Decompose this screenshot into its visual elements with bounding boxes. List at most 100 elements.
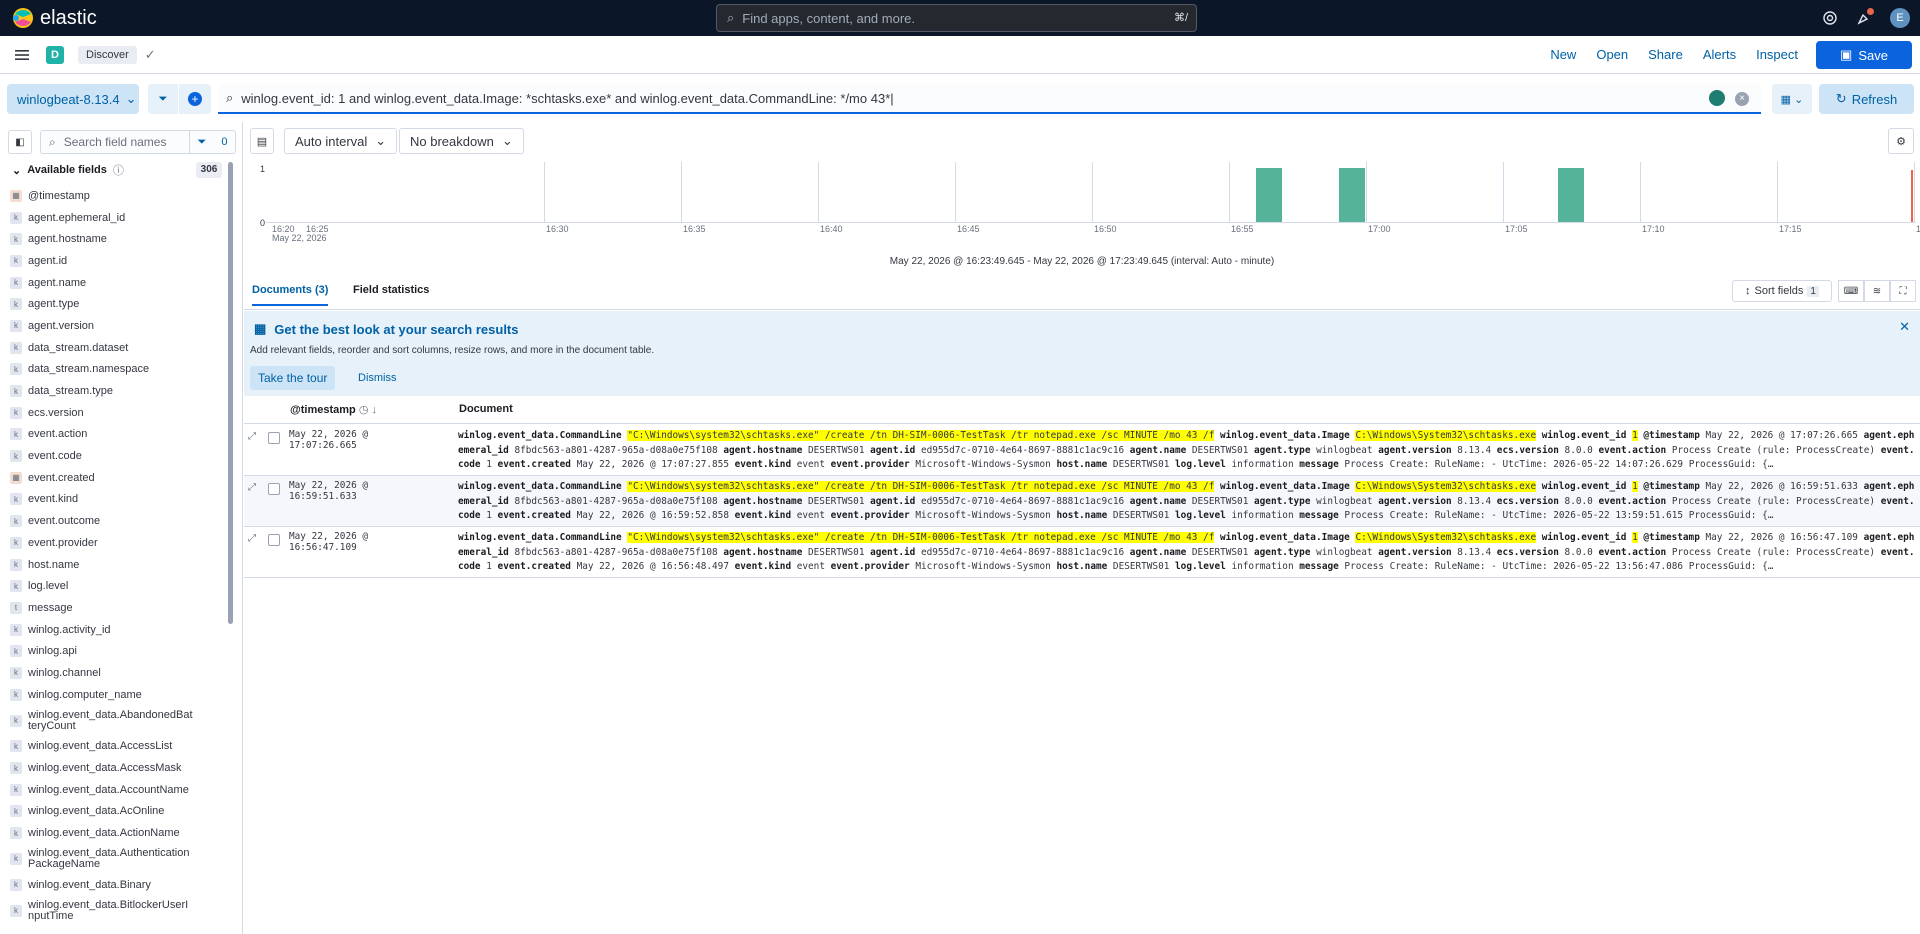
tab-documents[interactable]: Documents (3): [252, 284, 329, 306]
field-item[interactable]: ▦ event.created: [10, 467, 230, 489]
open-button[interactable]: Open: [1586, 41, 1638, 69]
interval-select[interactable]: Auto interval ⌄: [284, 128, 398, 154]
news-feed-icon[interactable]: [1856, 8, 1874, 26]
doc-field-value: DESERTWS01: [1112, 459, 1170, 470]
field-item[interactable]: ▦ @timestamp: [10, 185, 230, 207]
field-item[interactable]: k data_stream.type: [10, 380, 230, 402]
save-icon: ▣: [1840, 47, 1853, 62]
field-item[interactable]: k winlog.event_data.AccountName: [10, 779, 230, 801]
field-item[interactable]: k event.code: [10, 445, 230, 467]
field-item[interactable]: t message: [10, 597, 230, 619]
field-filter-button[interactable]: ⏷ 0: [189, 131, 235, 153]
date-picker-button[interactable]: ▦ ⌄: [1772, 84, 1812, 114]
clear-icon[interactable]: ×: [1735, 92, 1749, 106]
display-settings-icon[interactable]: ≋: [1864, 280, 1890, 302]
histogram-bar[interactable]: [1557, 168, 1584, 222]
field-item[interactable]: k agent.type: [10, 293, 230, 315]
field-item[interactable]: k data_stream.namespace: [10, 359, 230, 381]
field-item[interactable]: k event.outcome: [10, 510, 230, 532]
doc-field-value: May 22, 2026 @ 16:59:51.633: [1705, 481, 1858, 492]
sort-fields-button[interactable]: ↕ Sort fields 1: [1732, 280, 1832, 302]
expand-icon[interactable]: ⤢: [248, 431, 256, 442]
kql-query-input[interactable]: ⌕ winlog.event_id: 1 and winlog.event_da…: [218, 84, 1761, 114]
save-button[interactable]: ▣ Save: [1816, 41, 1912, 69]
space-avatar[interactable]: D: [46, 45, 64, 64]
field-item[interactable]: k winlog.event_data.AccessList: [10, 736, 230, 758]
field-name: winlog.event_data.AcOnline: [28, 805, 165, 818]
field-name: winlog.channel: [28, 666, 101, 679]
filter-menu-button[interactable]: ⏷: [148, 84, 178, 114]
user-avatar[interactable]: E: [1890, 8, 1910, 28]
chart-options-button[interactable]: ⚙: [1888, 128, 1914, 154]
histogram-bar[interactable]: [1256, 168, 1283, 222]
field-item[interactable]: k winlog.event_data.AcOnline: [10, 801, 230, 823]
grid-line: [1503, 162, 1504, 222]
doc-field-key: agent.id: [870, 444, 916, 456]
global-search[interactable]: ⌕ Find apps, content, and more. ⌘/: [716, 4, 1197, 32]
refresh-label: Refresh: [1851, 91, 1898, 107]
expand-icon[interactable]: ⤢: [248, 482, 256, 493]
document-column-header[interactable]: Document: [459, 403, 513, 415]
field-item[interactable]: k winlog.event_data.ActionName: [10, 822, 230, 844]
sidebar-collapse-button[interactable]: ◧: [8, 130, 32, 154]
field-name: agent.name: [28, 276, 87, 289]
field-item[interactable]: k agent.name: [10, 272, 230, 294]
field-item[interactable]: k winlog.event_data.AuthenticationPackage…: [10, 844, 230, 874]
dismiss-button[interactable]: Dismiss: [352, 366, 403, 390]
field-item[interactable]: k log.level: [10, 575, 230, 597]
field-item[interactable]: k winlog.event_data.AccessMask: [10, 757, 230, 779]
field-item[interactable]: k winlog.event_data.BitlockerUserInputTim…: [10, 896, 230, 926]
field-sidebar: ◧ ⌕ Search field names ⏷ 0 ⌄ Available f…: [0, 122, 243, 934]
field-item[interactable]: k winlog.channel: [10, 662, 230, 684]
field-item[interactable]: k event.action: [10, 424, 230, 446]
tab-field-statistics[interactable]: Field statistics: [353, 284, 429, 296]
data-view-picker[interactable]: winlogbeat-8.13.4 ⌄: [7, 84, 139, 114]
row-checkbox[interactable]: [268, 483, 280, 495]
available-fields-header[interactable]: ⌄ Available fields ⓘ: [12, 162, 124, 178]
field-item[interactable]: k event.kind: [10, 489, 230, 511]
add-filter-button[interactable]: +: [179, 84, 211, 114]
help-icon[interactable]: [1822, 10, 1838, 26]
histogram-bar[interactable]: [1338, 168, 1365, 222]
new-button[interactable]: New: [1540, 41, 1586, 69]
assistant-icon[interactable]: [1709, 90, 1725, 106]
keyboard-shortcuts-icon[interactable]: ⌨: [1838, 280, 1864, 302]
field-search-input[interactable]: ⌕ Search field names ⏷ 0: [40, 130, 236, 154]
table-row[interactable]: ⤢ May 22, 2026 @ 16:56:47.109 winlog.event…: [244, 527, 1920, 578]
share-button[interactable]: Share: [1638, 41, 1693, 69]
keyword-type-icon: k: [10, 298, 22, 311]
field-item[interactable]: k ecs.version: [10, 402, 230, 424]
field-item[interactable]: k data_stream.dataset: [10, 337, 230, 359]
field-item[interactable]: k winlog.event_data.Binary: [10, 874, 230, 896]
sidebar-scrollbar[interactable]: [228, 162, 233, 624]
field-item[interactable]: k agent.version: [10, 315, 230, 337]
table-row[interactable]: ⤢ May 22, 2026 @ 16:59:51.633 winlog.event…: [244, 476, 1920, 527]
field-item[interactable]: k winlog.computer_name: [10, 684, 230, 706]
field-item[interactable]: k agent.ephemeral_id: [10, 207, 230, 229]
field-item[interactable]: k winlog.api: [10, 640, 230, 662]
field-item[interactable]: k host.name: [10, 554, 230, 576]
refresh-button[interactable]: ↻ Refresh: [1819, 84, 1914, 114]
row-checkbox[interactable]: [268, 432, 280, 444]
inspect-button[interactable]: Inspect: [1746, 41, 1808, 69]
row-checkbox[interactable]: [268, 534, 280, 546]
toggle-chart-button[interactable]: ▤: [250, 128, 274, 154]
menu-icon[interactable]: [14, 47, 30, 63]
field-item[interactable]: k winlog.event_data.AbandonedBatteryCount: [10, 706, 230, 736]
field-item[interactable]: k agent.id: [10, 250, 230, 272]
doc-field-value: event: [796, 561, 825, 572]
table-row[interactable]: ⤢ May 22, 2026 @ 17:07:26.665 winlog.event…: [244, 425, 1920, 476]
expand-icon[interactable]: ⤢: [248, 533, 256, 544]
timestamp-column-header[interactable]: @timestamp ◷ ↓: [290, 403, 377, 416]
doc-field-value: DESERTWS01: [1112, 561, 1170, 572]
fullscreen-icon[interactable]: ⛶: [1890, 280, 1916, 302]
doc-field-key: agent.version: [1378, 444, 1452, 456]
elastic-logo[interactable]: elastic: [12, 7, 97, 30]
field-item[interactable]: k event.provider: [10, 532, 230, 554]
take-tour-button[interactable]: Take the tour: [250, 366, 336, 390]
breakdown-select[interactable]: No breakdown ⌄: [399, 128, 524, 154]
alerts-button[interactable]: Alerts: [1693, 41, 1746, 69]
close-icon[interactable]: ✕: [1899, 319, 1910, 335]
field-item[interactable]: k winlog.activity_id: [10, 619, 230, 641]
field-item[interactable]: k agent.hostname: [10, 228, 230, 250]
